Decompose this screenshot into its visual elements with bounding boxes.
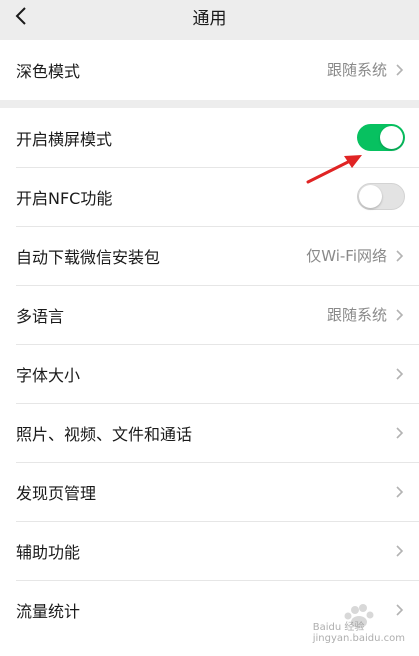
row-label: 开启横屏模式 [16, 129, 113, 149]
row-label: 自动下载微信安装包 [16, 247, 161, 267]
chevron-right-icon [393, 543, 405, 559]
row-assist[interactable]: 辅助功能 [0, 521, 419, 580]
chevron-right-icon [393, 425, 405, 441]
chevron-right-icon [393, 484, 405, 500]
row-label: 多语言 [16, 306, 65, 326]
row-language[interactable]: 多语言 跟随系统 [0, 285, 419, 344]
back-icon [15, 7, 26, 25]
row-label: 字体大小 [16, 365, 81, 385]
row-label: 发现页管理 [16, 483, 97, 503]
toggle-knob [359, 185, 382, 208]
row-value: 仅Wi-Fi网络 [306, 247, 387, 265]
watermark-brand: Baidu 经验 [312, 622, 365, 633]
settings-group-general: 开启横屏模式 开启NFC功能 自动下载微信安装包 仅Wi-Fi网络 多语言 跟随… [0, 108, 419, 656]
row-value: 跟随系统 [326, 61, 387, 79]
toggle-knob [380, 126, 403, 149]
page-title: 通用 [192, 8, 227, 29]
back-button[interactable] [8, 3, 34, 29]
row-label: 开启NFC功能 [16, 188, 113, 208]
top-bar: 通用 [0, 0, 419, 38]
chevron-right-icon [393, 62, 405, 78]
landscape-toggle[interactable] [357, 124, 405, 151]
row-font-size[interactable]: 字体大小 [0, 344, 419, 403]
chevron-right-icon [393, 248, 405, 264]
row-landscape: 开启横屏模式 [0, 108, 419, 167]
row-nfc: 开启NFC功能 [0, 167, 419, 226]
row-value: 跟随系统 [326, 306, 387, 324]
chevron-right-icon [393, 602, 405, 618]
chevron-right-icon [393, 366, 405, 382]
row-label: 深色模式 [16, 61, 81, 81]
watermark-url: jingyan.baidu.com [312, 633, 405, 644]
nfc-toggle[interactable] [357, 183, 405, 210]
watermark-text: Baidu 经验 jingyan.baidu.com [313, 618, 405, 644]
row-label: 辅助功能 [16, 542, 81, 562]
chevron-right-icon [393, 307, 405, 323]
row-discover[interactable]: 发现页管理 [0, 462, 419, 521]
row-media[interactable]: 照片、视频、文件和通话 [0, 403, 419, 462]
row-label: 照片、视频、文件和通话 [16, 424, 193, 444]
row-dark-mode[interactable]: 深色模式 跟随系统 [0, 40, 419, 99]
settings-group-display: 深色模式 跟随系统 [0, 40, 419, 100]
row-auto-download[interactable]: 自动下载微信安装包 仅Wi-Fi网络 [0, 226, 419, 285]
